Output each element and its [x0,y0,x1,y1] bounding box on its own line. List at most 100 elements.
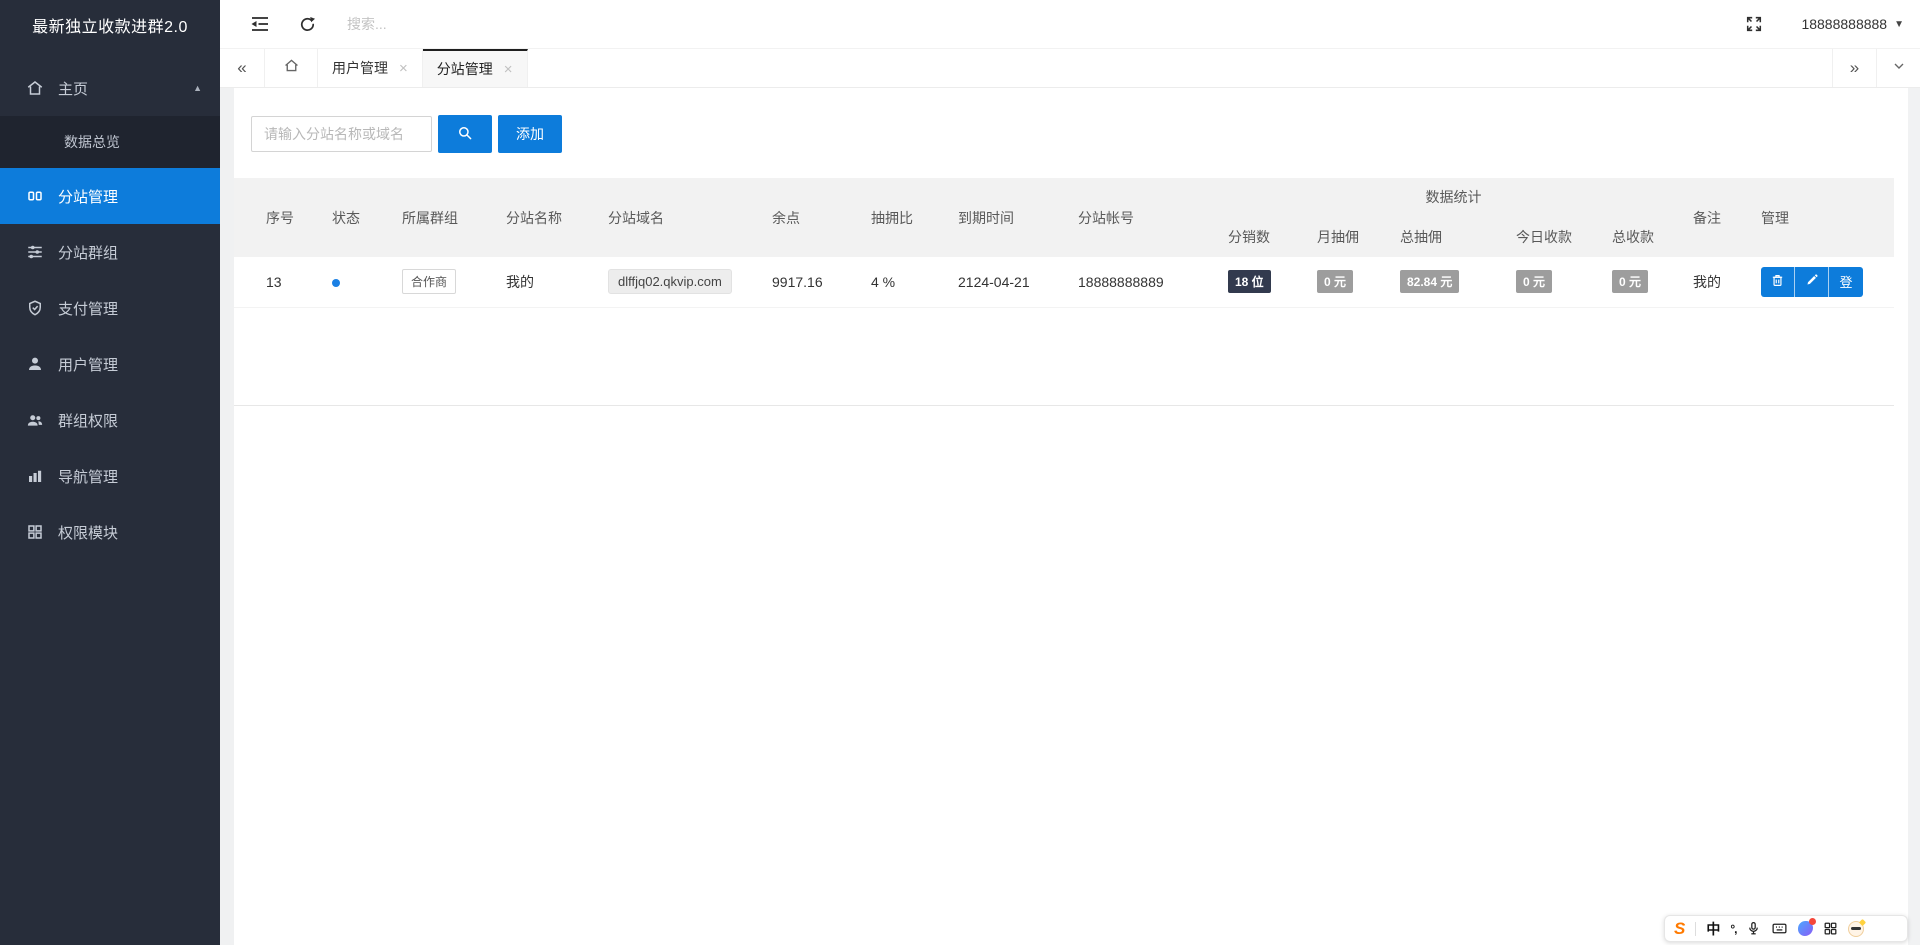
double-chevron-left-icon: « [237,58,247,77]
user-icon [26,355,44,373]
cell-index: 13 [234,257,318,308]
sidebar-item-label: 分站群组 [58,244,119,262]
global-search-input[interactable] [347,16,647,32]
cell-balance: 9917.16 [758,257,857,308]
cell-month-commission: 0 元 [1303,257,1386,308]
home-icon [26,79,44,97]
vertical-scrollbar[interactable] [1908,88,1920,945]
tab-home[interactable] [265,49,318,87]
close-icon[interactable]: × [399,60,408,77]
sidebar: 最新独立收款进群2.0 主页 ▲ 数据总览 分站管理 分站群组 支付管理 用户管… [0,0,220,945]
ime-skin-icon[interactable] [1798,918,1817,936]
tabs-scroll-right-button[interactable]: » [1832,49,1876,87]
account-menu[interactable]: 18888888888 ▼ [1801,16,1904,32]
month-commission-badge: 0 元 [1317,270,1354,294]
sliders-icon [26,243,44,261]
fullscreen-icon[interactable] [1745,15,1763,33]
column-header-expire-date: 到期时间 [944,178,1064,257]
column-group-statistics: 数据统计 [1214,178,1679,216]
column-header-site-name: 分站名称 [492,178,594,257]
table-toolbar: 添加 [251,115,1894,153]
ime-punctuation-mode[interactable]: °, [1730,923,1737,935]
today-income-badge: 0 元 [1516,270,1553,294]
cell-total-commission: 82.84 元 [1386,257,1502,308]
column-header-today-income: 今日收款 [1502,216,1598,257]
caret-down-icon: ▼ [1894,18,1904,30]
pencil-icon [1805,273,1819,290]
column-header-month-commission: 月抽佣 [1303,216,1386,257]
column-header-remark: 备注 [1679,178,1747,257]
collapse-menu-icon[interactable] [250,14,270,34]
tab-site-manage[interactable]: 分站管理 × [422,49,528,87]
column-header-account: 分站帐号 [1064,178,1214,257]
column-header-total-income: 总收款 [1598,216,1679,257]
sidebar-item-label: 导航管理 [58,468,119,486]
sidebar-item-label: 主页 [58,80,89,98]
cell-domain: dlffjq02.qkvip.com [594,257,758,308]
sidebar-item-site-manage[interactable]: 分站管理 [0,168,220,224]
total-commission-badge: 82.84 元 [1400,270,1460,294]
tabs-scroll-left-button[interactable]: « [220,49,265,87]
cell-site-name: 我的 [492,257,594,308]
distributors-badge: 18 位 [1228,270,1271,294]
keyboard-icon[interactable] [1771,920,1788,937]
site-manage-icon [26,187,44,205]
total-income-badge: 0 元 [1612,270,1649,294]
site-table: 序号 状态 所属群组 分站名称 分站域名 余点 抽拥比 到期时间 分站帐号 数据… [234,178,1894,406]
cell-account: 18888888889 [1064,257,1214,308]
column-header-manage: 管理 [1747,178,1894,257]
content-gutter [220,88,234,945]
cell-total-income: 0 元 [1598,257,1679,308]
sidebar-item-permission-module[interactable]: 权限模块 [0,504,220,560]
users-icon [26,411,44,429]
edit-button[interactable] [1795,266,1829,297]
sidebar-item-label: 数据总览 [64,134,120,150]
sidebar-item-label: 权限模块 [58,524,119,542]
login-button[interactable]: 登 [1829,266,1863,297]
tabbar: « 用户管理 × 分站管理 × » [220,49,1920,88]
search-button[interactable] [438,115,492,153]
column-header-distributors: 分销数 [1214,216,1303,257]
sidebar-item-data-overview[interactable]: 数据总览 [0,116,220,168]
delete-button[interactable] [1761,266,1795,297]
sidebar-item-navigation[interactable]: 导航管理 [0,448,220,504]
topbar: 18888888888 ▼ [220,0,1920,49]
sidebar-item-site-group[interactable]: 分站群组 [0,224,220,280]
sidebar-item-label: 群组权限 [58,412,119,430]
tabs-menu-button[interactable] [1876,49,1920,87]
sidebar-item-user-manage[interactable]: 用户管理 [0,336,220,392]
sidebar-item-group-permission[interactable]: 群组权限 [0,392,220,448]
sidebar-item-payment[interactable]: 支付管理 [0,280,220,336]
collapse-arrow-icon: ▲ [193,83,202,93]
double-chevron-right-icon: » [1849,58,1860,77]
app-title: 最新独立收款进群2.0 [32,18,188,36]
sogou-logo-icon[interactable]: S [1674,920,1685,937]
sidebar-item-home[interactable]: 主页 ▲ [0,60,220,116]
tab-user-manage[interactable]: 用户管理 × [318,49,423,87]
microphone-icon[interactable] [1746,921,1761,936]
home-icon [283,57,300,79]
sidebar-item-label: 支付管理 [58,300,119,318]
sidebar-item-label: 分站管理 [58,188,119,206]
column-header-status: 状态 [318,178,388,257]
close-icon[interactable]: × [504,61,513,78]
site-search-input[interactable] [251,116,432,152]
tab-label: 用户管理 [332,60,388,76]
refresh-icon[interactable] [298,15,317,34]
column-header-commission-rate: 抽拥比 [857,178,944,257]
add-button[interactable]: 添加 [498,115,562,153]
ime-toolbox-icon[interactable] [1823,921,1838,936]
emoji-icon[interactable] [1848,920,1865,937]
tab-label: 分站管理 [436,61,493,77]
cell-expire-date: 2124-04-21 [944,257,1064,308]
ime-language-mode[interactable]: 中 [1706,922,1720,936]
cell-status [318,257,388,308]
cell-today-income: 0 元 [1502,257,1598,308]
column-header-balance: 余点 [758,178,857,257]
content-area: 添加 序号 状态 所属群组 分站名称 分站域名 余点 [220,88,1920,945]
module-grid-icon [26,523,44,541]
column-header-index: 序号 [234,178,318,257]
group-tag: 合作商 [402,269,457,295]
column-header-domain: 分站域名 [594,178,758,257]
shield-check-icon [26,299,44,317]
